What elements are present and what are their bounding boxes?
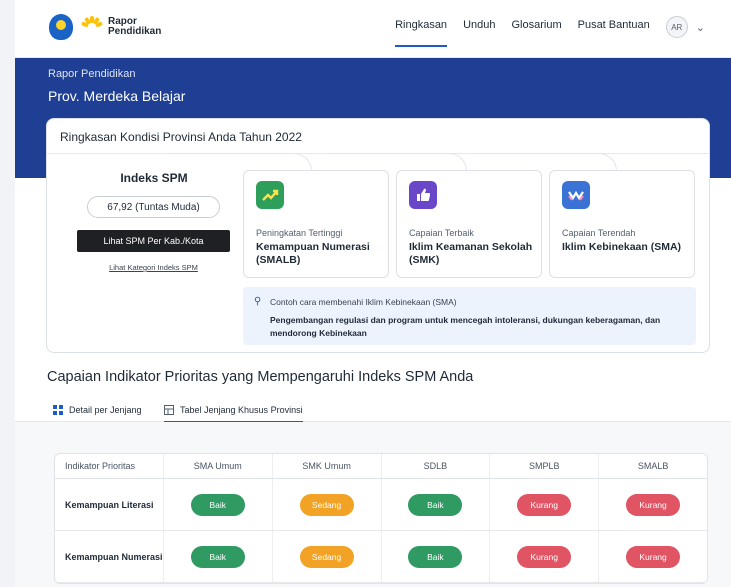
stat-value: Iklim Keamanan Sekolah (SMK) bbox=[409, 241, 533, 266]
stat-label: Capaian Terendah bbox=[562, 228, 636, 238]
logo-text: Rapor Pendidikan bbox=[108, 17, 161, 37]
tip-heading: Contoh cara membenahi Iklim Kebinekaan (… bbox=[270, 297, 457, 307]
sun-icon bbox=[80, 16, 104, 38]
indicator-name: Kemampuan Numerasi bbox=[65, 551, 163, 562]
stat-card-lowest-achievement[interactable]: Capaian Terendah Iklim Kebinekaan (SMA) bbox=[549, 170, 695, 278]
section-title: Capaian Indikator Prioritas yang Mempeng… bbox=[47, 369, 474, 385]
nav-links: Ringkasan Unduh Glosarium Pusat Bantuan … bbox=[379, 16, 705, 47]
status-badge[interactable]: Kurang bbox=[517, 545, 572, 568]
column-header: SMA Umum bbox=[162, 454, 272, 478]
tab-label: Detail per Jenjang bbox=[69, 405, 142, 415]
nav-link-glosarium[interactable]: Glosarium bbox=[511, 19, 561, 47]
tip-body: Pengembangan regulasi dan program untuk … bbox=[270, 315, 661, 338]
index-title: Indeks SPM bbox=[120, 171, 188, 185]
stat-value: Kemampuan Numerasi (SMALB) bbox=[256, 241, 370, 266]
emblem-icon bbox=[49, 14, 73, 40]
table-header: Indikator Prioritas SMA Umum SMK Umum SD… bbox=[55, 454, 707, 479]
tab-detail-per-jenjang[interactable]: Detail per Jenjang bbox=[53, 399, 142, 421]
column-header: SMPLB bbox=[489, 454, 598, 478]
summary-title: Ringkasan Kondisi Provinsi Anda Tahun 20… bbox=[60, 130, 302, 144]
table-icon bbox=[164, 405, 174, 415]
table-area: Indikator Prioritas SMA Umum SMK Umum SD… bbox=[15, 422, 731, 587]
status-badge[interactable]: Kurang bbox=[517, 493, 572, 516]
nav-link-pusat-bantuan[interactable]: Pusat Bantuan bbox=[578, 19, 650, 47]
status-badge[interactable]: Baik bbox=[190, 493, 245, 516]
status-badge[interactable]: Sedang bbox=[299, 493, 354, 516]
summary-card: Ringkasan Kondisi Provinsi Anda Tahun 20… bbox=[46, 118, 710, 353]
thumbs-up-icon bbox=[409, 181, 437, 209]
logo-line2: Pendidikan bbox=[108, 26, 162, 37]
status-badge[interactable]: Sedang bbox=[299, 545, 354, 568]
status-badge[interactable]: Kurang bbox=[626, 545, 681, 568]
stat-card-highest-increase[interactable]: Peningkatan Tertinggi Kemampuan Numerasi… bbox=[243, 170, 389, 278]
improvement-tip: ⚲ Contoh cara membenahi Iklim Kebinekaan… bbox=[243, 287, 696, 345]
hero-subtitle: Rapor Pendidikan bbox=[48, 68, 136, 80]
tab-bar: Detail per Jenjang Tabel Jenjang Khusus … bbox=[15, 394, 731, 423]
stat-label: Capaian Terbaik bbox=[409, 228, 474, 238]
column-header: Indikator Prioritas bbox=[65, 461, 136, 471]
logo[interactable]: Rapor Pendidikan bbox=[49, 14, 161, 40]
nav-link-ringkasan[interactable]: Ringkasan bbox=[395, 19, 448, 47]
indicator-name: Kemampuan Literasi bbox=[65, 499, 154, 510]
chart-up-icon bbox=[256, 181, 284, 209]
chevron-down-icon[interactable]: ⌄ bbox=[696, 21, 705, 34]
view-spm-button[interactable]: Lihat SPM Per Kab./Kota bbox=[77, 230, 230, 252]
status-badge[interactable]: Baik bbox=[408, 545, 463, 568]
status-badge[interactable]: Baik bbox=[190, 545, 245, 568]
stat-card-best-achievement[interactable]: Capaian Terbaik Iklim Keamanan Sekolah (… bbox=[396, 170, 542, 278]
index-category-link[interactable]: Lihat Kategori Indeks SPM bbox=[77, 263, 230, 272]
nav-link-unduh[interactable]: Unduh bbox=[463, 19, 495, 47]
page-title: Prov. Merdeka Belajar bbox=[48, 88, 186, 104]
stat-label: Peningkatan Tertinggi bbox=[256, 228, 343, 238]
wave-icon bbox=[562, 181, 590, 209]
grid-icon bbox=[53, 405, 63, 415]
status-badge[interactable]: Kurang bbox=[626, 493, 681, 516]
tab-tabel-jenjang[interactable]: Tabel Jenjang Khusus Provinsi bbox=[164, 399, 303, 423]
table-row: Kemampuan Literasi Baik Sedang Baik Kura… bbox=[55, 479, 707, 531]
top-navbar: Rapor Pendidikan Ringkasan Unduh Glosari… bbox=[15, 0, 731, 58]
priority-indicator-table: Indikator Prioritas SMA Umum SMK Umum SD… bbox=[54, 453, 708, 584]
index-value-pill: 67,92 (Tuntas Muda) bbox=[87, 196, 220, 218]
lightbulb-icon: ⚲ bbox=[254, 296, 262, 307]
avatar[interactable]: AR bbox=[665, 16, 688, 38]
column-header: SDLB bbox=[380, 454, 490, 478]
column-header: SMK Umum bbox=[271, 454, 381, 478]
column-header: SMALB bbox=[598, 454, 707, 478]
table-row: Kemampuan Numerasi Baik Sedang Baik Kura… bbox=[55, 531, 707, 583]
app-frame: Rapor Pendidikan Ringkasan Unduh Glosari… bbox=[15, 0, 731, 587]
status-badge[interactable]: Baik bbox=[408, 493, 463, 516]
tab-label: Tabel Jenjang Khusus Provinsi bbox=[180, 405, 303, 415]
stat-value: Iklim Kebinekaan (SMA) bbox=[562, 241, 682, 253]
